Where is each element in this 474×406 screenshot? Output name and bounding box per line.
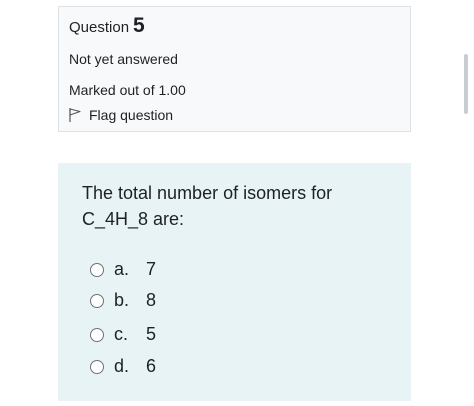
question-grade: Marked out of 1.00 [69,82,186,98]
question-title: Question 5 [69,14,145,38]
question-label: Question [69,19,130,36]
answer-letter: c. [114,324,129,344]
flag-icon [69,108,81,122]
answer-value: 6 [146,356,157,376]
answer-letter: b. [114,290,130,310]
radio-button[interactable] [90,262,104,277]
flag-question-label: Flag question [89,107,174,123]
radio-button[interactable] [90,327,104,342]
answer-option-c[interactable]: c. 5 [90,324,156,345]
answer-letter: d. [114,356,130,376]
question-info-panel: Question 5 Not yet answered Marked out of… [58,6,411,132]
answer-letter: a. [114,259,130,279]
scrollbar[interactable] [464,54,468,114]
flag-question-button[interactable]: Flag question [67,107,173,123]
answer-option-b[interactable]: b. 8 [90,290,156,311]
answer-value: 5 [146,324,157,344]
question-content: The total number of isomers for C_4H_8 a… [58,163,411,401]
answer-option-d[interactable]: d. 6 [90,356,156,377]
radio-button[interactable] [90,359,104,374]
radio-button[interactable] [90,293,104,308]
answer-option-a[interactable]: a. 7 [90,259,156,280]
answer-value: 7 [146,259,157,279]
question-text: The total number of isomers for C_4H_8 a… [82,183,333,229]
question-state: Not yet answered [69,51,178,67]
answer-value: 8 [146,290,157,310]
question-number: 5 [133,14,145,37]
